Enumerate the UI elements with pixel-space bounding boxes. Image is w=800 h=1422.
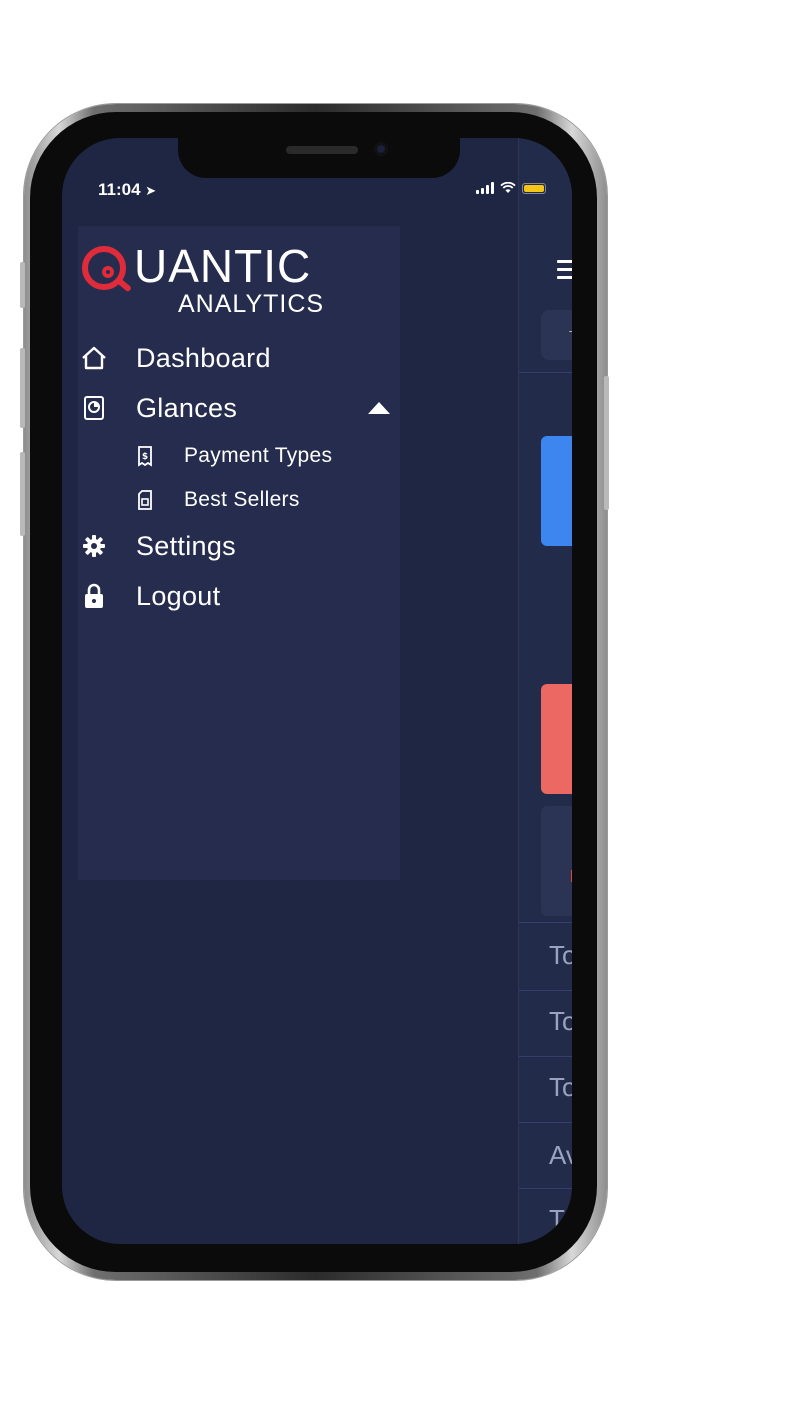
nav-item-settings[interactable]: Settings xyxy=(78,524,400,568)
nav-subitem-label: Payment Types xyxy=(184,444,333,467)
tag-document-icon xyxy=(134,489,156,511)
summary-card-indicator xyxy=(571,870,572,882)
blue-stat-card xyxy=(541,436,572,546)
list-item: To xyxy=(549,1072,572,1102)
nav-item-label: Glances xyxy=(136,392,238,423)
nav-subitem-payment-types[interactable]: $ Payment Types xyxy=(78,434,400,478)
nav-item-dashboard[interactable]: Dashboard xyxy=(78,336,400,380)
summary-card-label: S xyxy=(571,842,572,863)
document-chart-icon xyxy=(80,394,108,422)
background-filter-chip[interactable]: T xyxy=(541,310,572,360)
divider xyxy=(519,372,572,373)
quantic-q-logo-icon xyxy=(82,246,126,290)
mute-switch xyxy=(20,262,25,308)
speaker-grille xyxy=(286,146,358,154)
home-icon xyxy=(80,344,108,372)
volume-down-button xyxy=(20,452,25,536)
receipt-icon: $ xyxy=(134,445,156,467)
wifi-icon xyxy=(500,182,516,193)
divider xyxy=(519,922,572,923)
divider xyxy=(519,1188,572,1189)
nav-subitem-label: Best Sellers xyxy=(184,488,300,511)
nav-subitem-best-sellers[interactable]: Best Sellers xyxy=(78,478,400,522)
phone-screen: T S To To To Av T 11:04 ➤ xyxy=(62,138,572,1244)
summary-card: S xyxy=(541,806,572,916)
location-arrow-icon: ➤ xyxy=(145,183,157,198)
list-item: T xyxy=(549,1204,565,1234)
gear-icon xyxy=(80,532,108,560)
cellular-signal-icon xyxy=(476,182,494,194)
nav-item-label: Dashboard xyxy=(136,342,271,373)
brand-name: UANTIC xyxy=(134,240,312,292)
list-item: To xyxy=(549,940,572,970)
list-item: Av xyxy=(549,1140,572,1170)
nav-item-label: Logout xyxy=(136,580,221,611)
nav-item-logout[interactable]: Logout xyxy=(78,574,400,618)
divider xyxy=(519,1056,572,1057)
red-stat-card xyxy=(541,684,572,794)
notch xyxy=(178,138,460,178)
background-app-panel: T S To To To Av T xyxy=(518,138,572,1244)
lock-icon xyxy=(80,582,108,610)
status-time: 11:04 ➤ xyxy=(98,180,156,200)
navigation-drawer: UANTIC ANALYTICS Dashboard Glances $ Pay… xyxy=(78,226,400,880)
svg-text:$: $ xyxy=(142,452,148,462)
front-camera xyxy=(374,142,388,156)
status-indicators xyxy=(476,182,546,194)
divider xyxy=(519,990,572,991)
volume-up-button xyxy=(20,348,25,428)
nav-item-glances[interactable]: Glances xyxy=(78,386,400,430)
brand-subtitle: ANALYTICS xyxy=(178,290,325,318)
nav-item-label: Settings xyxy=(136,530,236,561)
divider xyxy=(519,1122,572,1123)
power-button xyxy=(604,376,609,510)
chevron-up-icon[interactable] xyxy=(368,402,390,414)
status-time-text: 11:04 xyxy=(98,180,141,199)
list-item: To xyxy=(549,1006,572,1036)
hamburger-menu-icon[interactable] xyxy=(557,260,572,284)
battery-icon xyxy=(522,182,546,194)
